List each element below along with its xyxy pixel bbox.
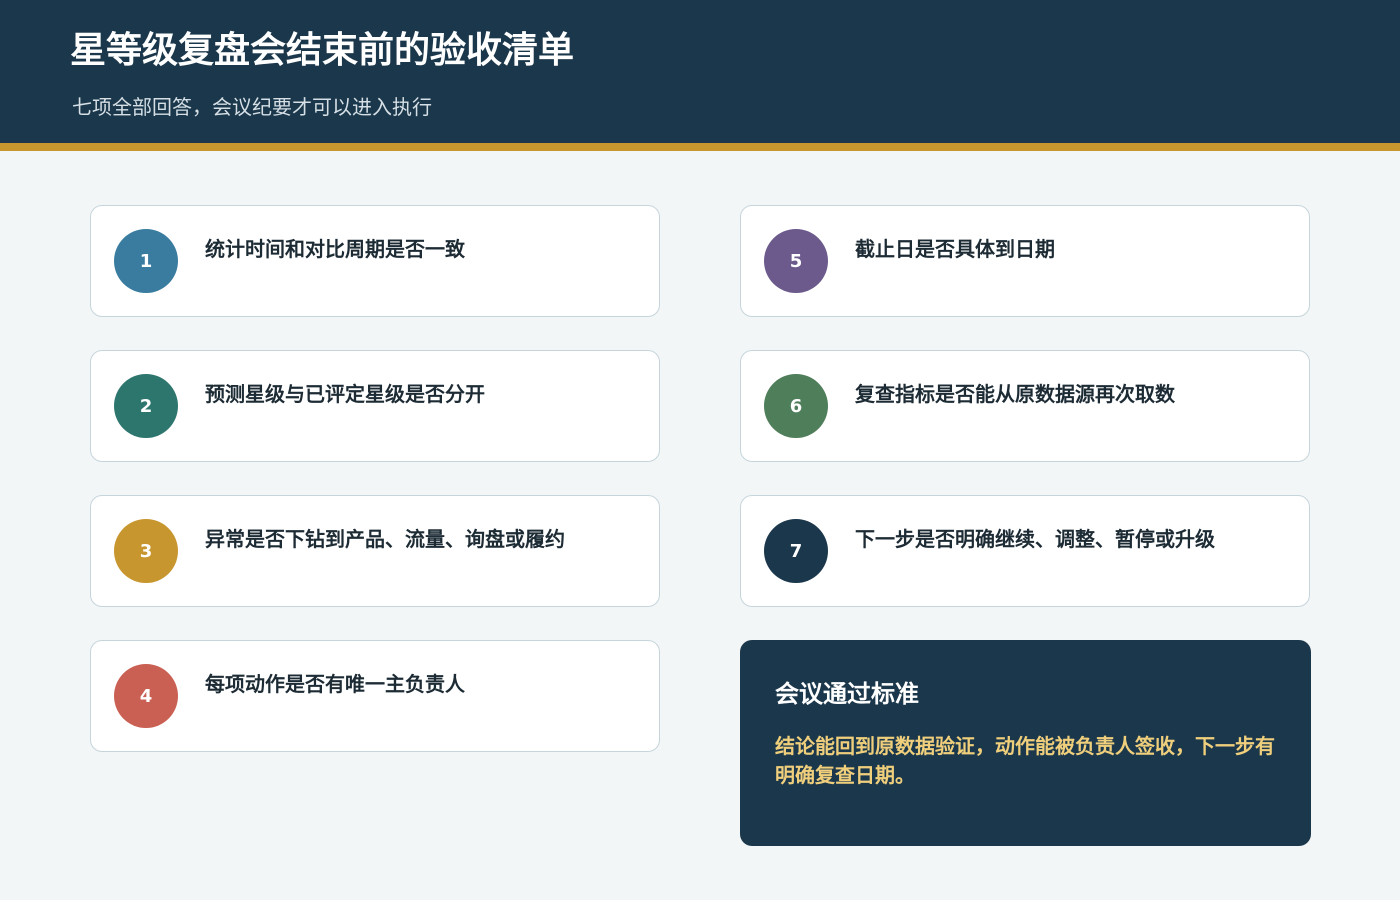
checklist-item-text: 下一步是否明确继续、调整、暂停或升级 (855, 527, 1215, 551)
page-subtitle: 七项全部回答，会议纪要才可以进入执行 (72, 95, 432, 119)
checklist-item-text: 复查指标是否能从原数据源再次取数 (855, 382, 1175, 406)
pass-criteria-text: 结论能回到原数据验证，动作能被负责人签收，下一步有明确复查日期。 (775, 734, 1275, 787)
number-badge: 4 (114, 664, 178, 728)
number-badge: 1 (114, 229, 178, 293)
header-accent-bar (0, 143, 1400, 151)
header-banner: 星等级复盘会结束前的验收清单 七项全部回答，会议纪要才可以进入执行 (0, 0, 1400, 143)
checklist-item-5: 5 截止日是否具体到日期 (740, 205, 1310, 317)
checklist-item-text: 截止日是否具体到日期 (855, 237, 1055, 261)
page-title: 星等级复盘会结束前的验收清单 (70, 30, 575, 71)
checklist-item-7: 7 下一步是否明确继续、调整、暂停或升级 (740, 495, 1310, 607)
checklist-item-text: 异常是否下钻到产品、流量、询盘或履约 (205, 527, 565, 551)
pass-criteria-title: 会议通过标准 (775, 680, 919, 708)
checklist-item-text: 预测星级与已评定星级是否分开 (205, 382, 485, 406)
number-badge: 3 (114, 519, 178, 583)
number-badge: 7 (764, 519, 828, 583)
number-badge: 5 (764, 229, 828, 293)
checklist-item-4: 4 每项动作是否有唯一主负责人 (90, 640, 660, 752)
checklist-item-text: 统计时间和对比周期是否一致 (205, 237, 465, 261)
checklist-item-6: 6 复查指标是否能从原数据源再次取数 (740, 350, 1310, 462)
checklist-item-3: 3 异常是否下钻到产品、流量、询盘或履约 (90, 495, 660, 607)
number-badge: 2 (114, 374, 178, 438)
checklist-item-text: 每项动作是否有唯一主负责人 (205, 672, 465, 696)
number-badge: 6 (764, 374, 828, 438)
checklist-item-1: 1 统计时间和对比周期是否一致 (90, 205, 660, 317)
checklist-item-2: 2 预测星级与已评定星级是否分开 (90, 350, 660, 462)
pass-criteria-panel: 会议通过标准 结论能回到原数据验证，动作能被负责人签收，下一步有明确复查日期。 (740, 640, 1311, 846)
